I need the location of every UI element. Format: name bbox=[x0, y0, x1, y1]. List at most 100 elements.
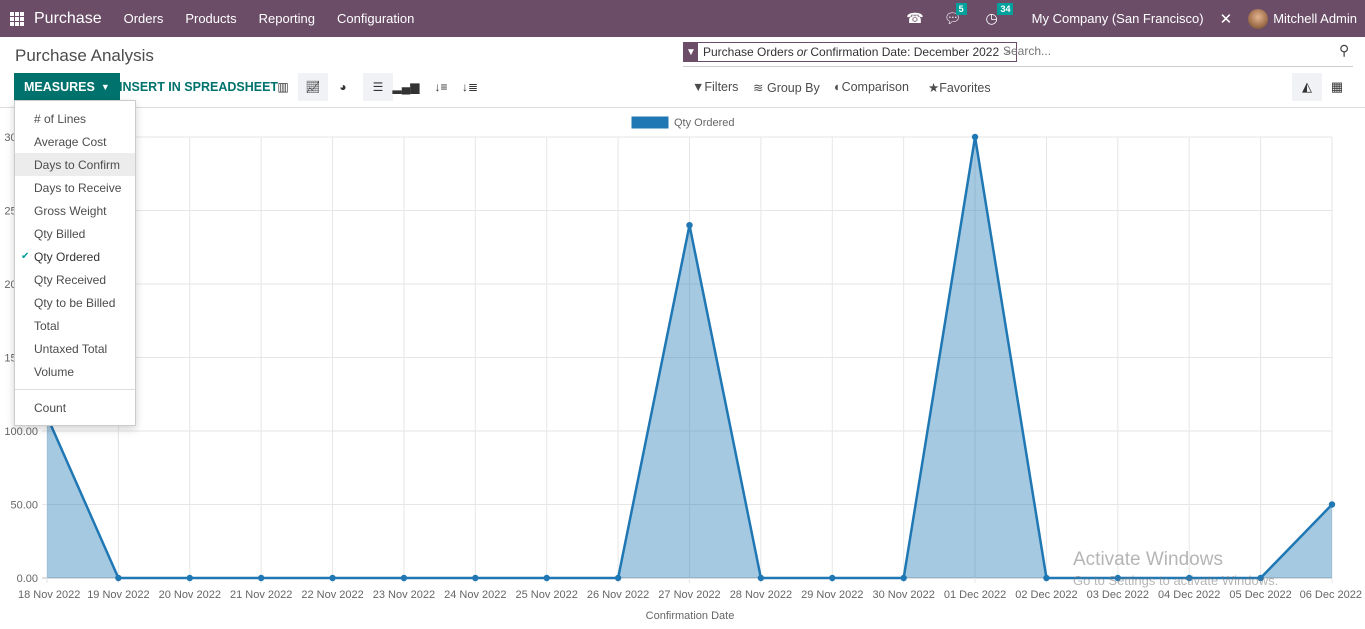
control-panel: Purchase Analysis MEASURES ▼ INSERT IN SP… bbox=[0, 37, 1365, 108]
measures-dropdown: # of Lines Average Cost Days to Confirm Day… bbox=[14, 100, 136, 426]
x-tick-label: 01 Dec 2022 bbox=[944, 589, 1006, 601]
x-tick-label: 21 Nov 2022 bbox=[230, 589, 292, 601]
comparison-button[interactable]: ◐Comparison bbox=[834, 80, 909, 94]
debug-tools-icon[interactable]: ✕ bbox=[1220, 10, 1233, 28]
clock-icon: ◷ bbox=[985, 10, 998, 26]
data-point bbox=[614, 574, 622, 582]
app-name[interactable]: Purchase bbox=[34, 10, 102, 28]
search-input[interactable] bbox=[1003, 44, 1303, 58]
layers-icon: ≋ bbox=[753, 81, 764, 95]
data-point bbox=[400, 574, 408, 582]
x-tick-label: 25 Nov 2022 bbox=[516, 589, 578, 601]
measure-label: Untaxed Total bbox=[34, 341, 108, 356]
phone-icon[interactable]: ☎ bbox=[906, 10, 923, 27]
facet-text-b: Confirmation Date: December 2022 bbox=[810, 45, 1000, 59]
measure-item[interactable]: Qty Billed bbox=[15, 222, 135, 245]
avatar[interactable] bbox=[1248, 8, 1269, 29]
data-point bbox=[829, 574, 836, 582]
x-tick-label: 03 Dec 2022 bbox=[1087, 589, 1149, 601]
data-point bbox=[543, 574, 550, 582]
signal-icon: ▂▄▆ bbox=[392, 80, 420, 94]
adjust-icon: ◐ bbox=[834, 80, 842, 94]
measure-label: # of Lines bbox=[34, 111, 87, 126]
messages-button[interactable]: 💬︎ 5 bbox=[944, 3, 967, 27]
filters-button[interactable]: ▼Filters bbox=[692, 80, 738, 94]
search-icon[interactable]: ⚲ bbox=[1339, 42, 1349, 59]
measure-label: Gross Weight bbox=[34, 203, 107, 218]
windows-watermark: Activate Windows Go to Settings to activ… bbox=[1073, 549, 1278, 588]
measure-item[interactable]: Gross Weight bbox=[15, 199, 135, 222]
apps-menu-icon[interactable] bbox=[10, 11, 24, 26]
activities-button[interactable]: ◷ 34 bbox=[985, 3, 1014, 27]
data-point bbox=[257, 574, 265, 582]
data-point bbox=[329, 574, 336, 582]
measure-item[interactable]: Total bbox=[15, 314, 135, 337]
sort-descending-button[interactable]: ↓≡ bbox=[426, 73, 456, 101]
measure-item[interactable]: Days to Receive bbox=[15, 176, 135, 199]
favorites-label: Favorites bbox=[939, 81, 991, 95]
x-tick-label: 27 Nov 2022 bbox=[658, 589, 720, 601]
y-tick-label: 100.00 bbox=[4, 426, 38, 438]
measure-item[interactable]: Average Cost bbox=[15, 130, 135, 153]
data-point bbox=[1328, 501, 1336, 508]
measure-label: Days to Confirm bbox=[34, 157, 121, 172]
x-tick-label: 29 Nov 2022 bbox=[801, 589, 863, 601]
data-point bbox=[900, 574, 907, 582]
data-point bbox=[115, 574, 122, 582]
data-point bbox=[1043, 574, 1050, 582]
stacked-button[interactable]: ☰ bbox=[363, 73, 393, 101]
data-point bbox=[971, 133, 979, 141]
filter-icon: ▼ bbox=[684, 43, 698, 61]
menu-reporting[interactable]: Reporting bbox=[259, 11, 315, 26]
measure-item[interactable]: Volume bbox=[15, 360, 135, 383]
pivot-view-button[interactable]: ▦ bbox=[1322, 73, 1352, 101]
line-chart-button[interactable]: 📈︎ bbox=[298, 73, 328, 101]
x-tick-label: 24 Nov 2022 bbox=[444, 589, 506, 601]
table-icon: ▦ bbox=[1330, 79, 1344, 94]
groupby-label: Group By bbox=[766, 81, 820, 95]
bar-chart-button[interactable]: ▥ bbox=[268, 73, 298, 101]
filter-icon: ▼ bbox=[692, 80, 705, 94]
measure-label: Total bbox=[34, 318, 60, 333]
x-tick-label: 04 Dec 2022 bbox=[1158, 589, 1220, 601]
measure-item-count[interactable]: Count bbox=[15, 396, 135, 419]
menu-configuration[interactable]: Configuration bbox=[337, 11, 414, 26]
measure-label: Days to Receive bbox=[34, 180, 122, 195]
insert-spreadsheet-button[interactable]: INSERT IN SPREADSHEET bbox=[119, 80, 278, 94]
company-switcher[interactable]: My Company (San Francisco) bbox=[1032, 11, 1204, 26]
groupby-button[interactable]: ≋ Group By bbox=[753, 80, 820, 95]
measures-button[interactable]: MEASURES ▼ bbox=[14, 73, 120, 101]
comparison-label: Comparison bbox=[841, 80, 909, 94]
filters-label: Filters bbox=[704, 80, 739, 94]
line-chart-icon: 📈︎ bbox=[305, 80, 321, 94]
sort-ascending-button[interactable]: ↓≣ bbox=[455, 73, 485, 101]
cumulative-button[interactable]: ▂▄▆ bbox=[391, 73, 421, 101]
bar-chart-icon: ▥ bbox=[277, 80, 289, 94]
measure-item[interactable]: Qty to be Billed bbox=[15, 291, 135, 314]
x-tick-label: 19 Nov 2022 bbox=[87, 589, 149, 601]
facet-text-a: Purchase Orders bbox=[703, 45, 794, 59]
star-icon: ★ bbox=[928, 81, 940, 95]
legend-label: Qty Ordered bbox=[674, 117, 735, 129]
measure-label: Qty Received bbox=[34, 272, 107, 287]
search-facet[interactable]: ▼ Purchase Orders or Confirmation Date: … bbox=[683, 42, 1017, 62]
menu-products[interactable]: Products bbox=[185, 11, 236, 26]
legend-swatch bbox=[630, 115, 670, 130]
search-underline bbox=[683, 66, 1353, 67]
measures-label: MEASURES bbox=[24, 80, 95, 94]
measure-item[interactable]: Days to Confirm bbox=[15, 153, 135, 176]
top-navbar: Purchase Orders Products Reporting Confi… bbox=[0, 0, 1365, 37]
check-icon: ✔ bbox=[21, 251, 30, 262]
measure-item[interactable]: Qty Received bbox=[15, 268, 135, 291]
graph-view-button[interactable]: ◭ bbox=[1292, 73, 1322, 101]
measure-item[interactable]: # of Lines bbox=[15, 107, 135, 130]
measure-item[interactable]: Untaxed Total bbox=[15, 337, 135, 360]
favorites-button[interactable]: ★Favorites bbox=[928, 80, 991, 95]
x-tick-label: 02 Dec 2022 bbox=[1015, 589, 1077, 601]
menu-orders[interactable]: Orders bbox=[124, 11, 164, 26]
user-menu[interactable]: Mitchell Admin bbox=[1273, 11, 1357, 26]
measure-label: Count bbox=[34, 400, 67, 415]
facet-or: or bbox=[796, 45, 808, 59]
pie-chart-button[interactable]: ◕ bbox=[328, 73, 358, 101]
measure-item[interactable]: ✔ Qty Ordered bbox=[15, 245, 135, 268]
